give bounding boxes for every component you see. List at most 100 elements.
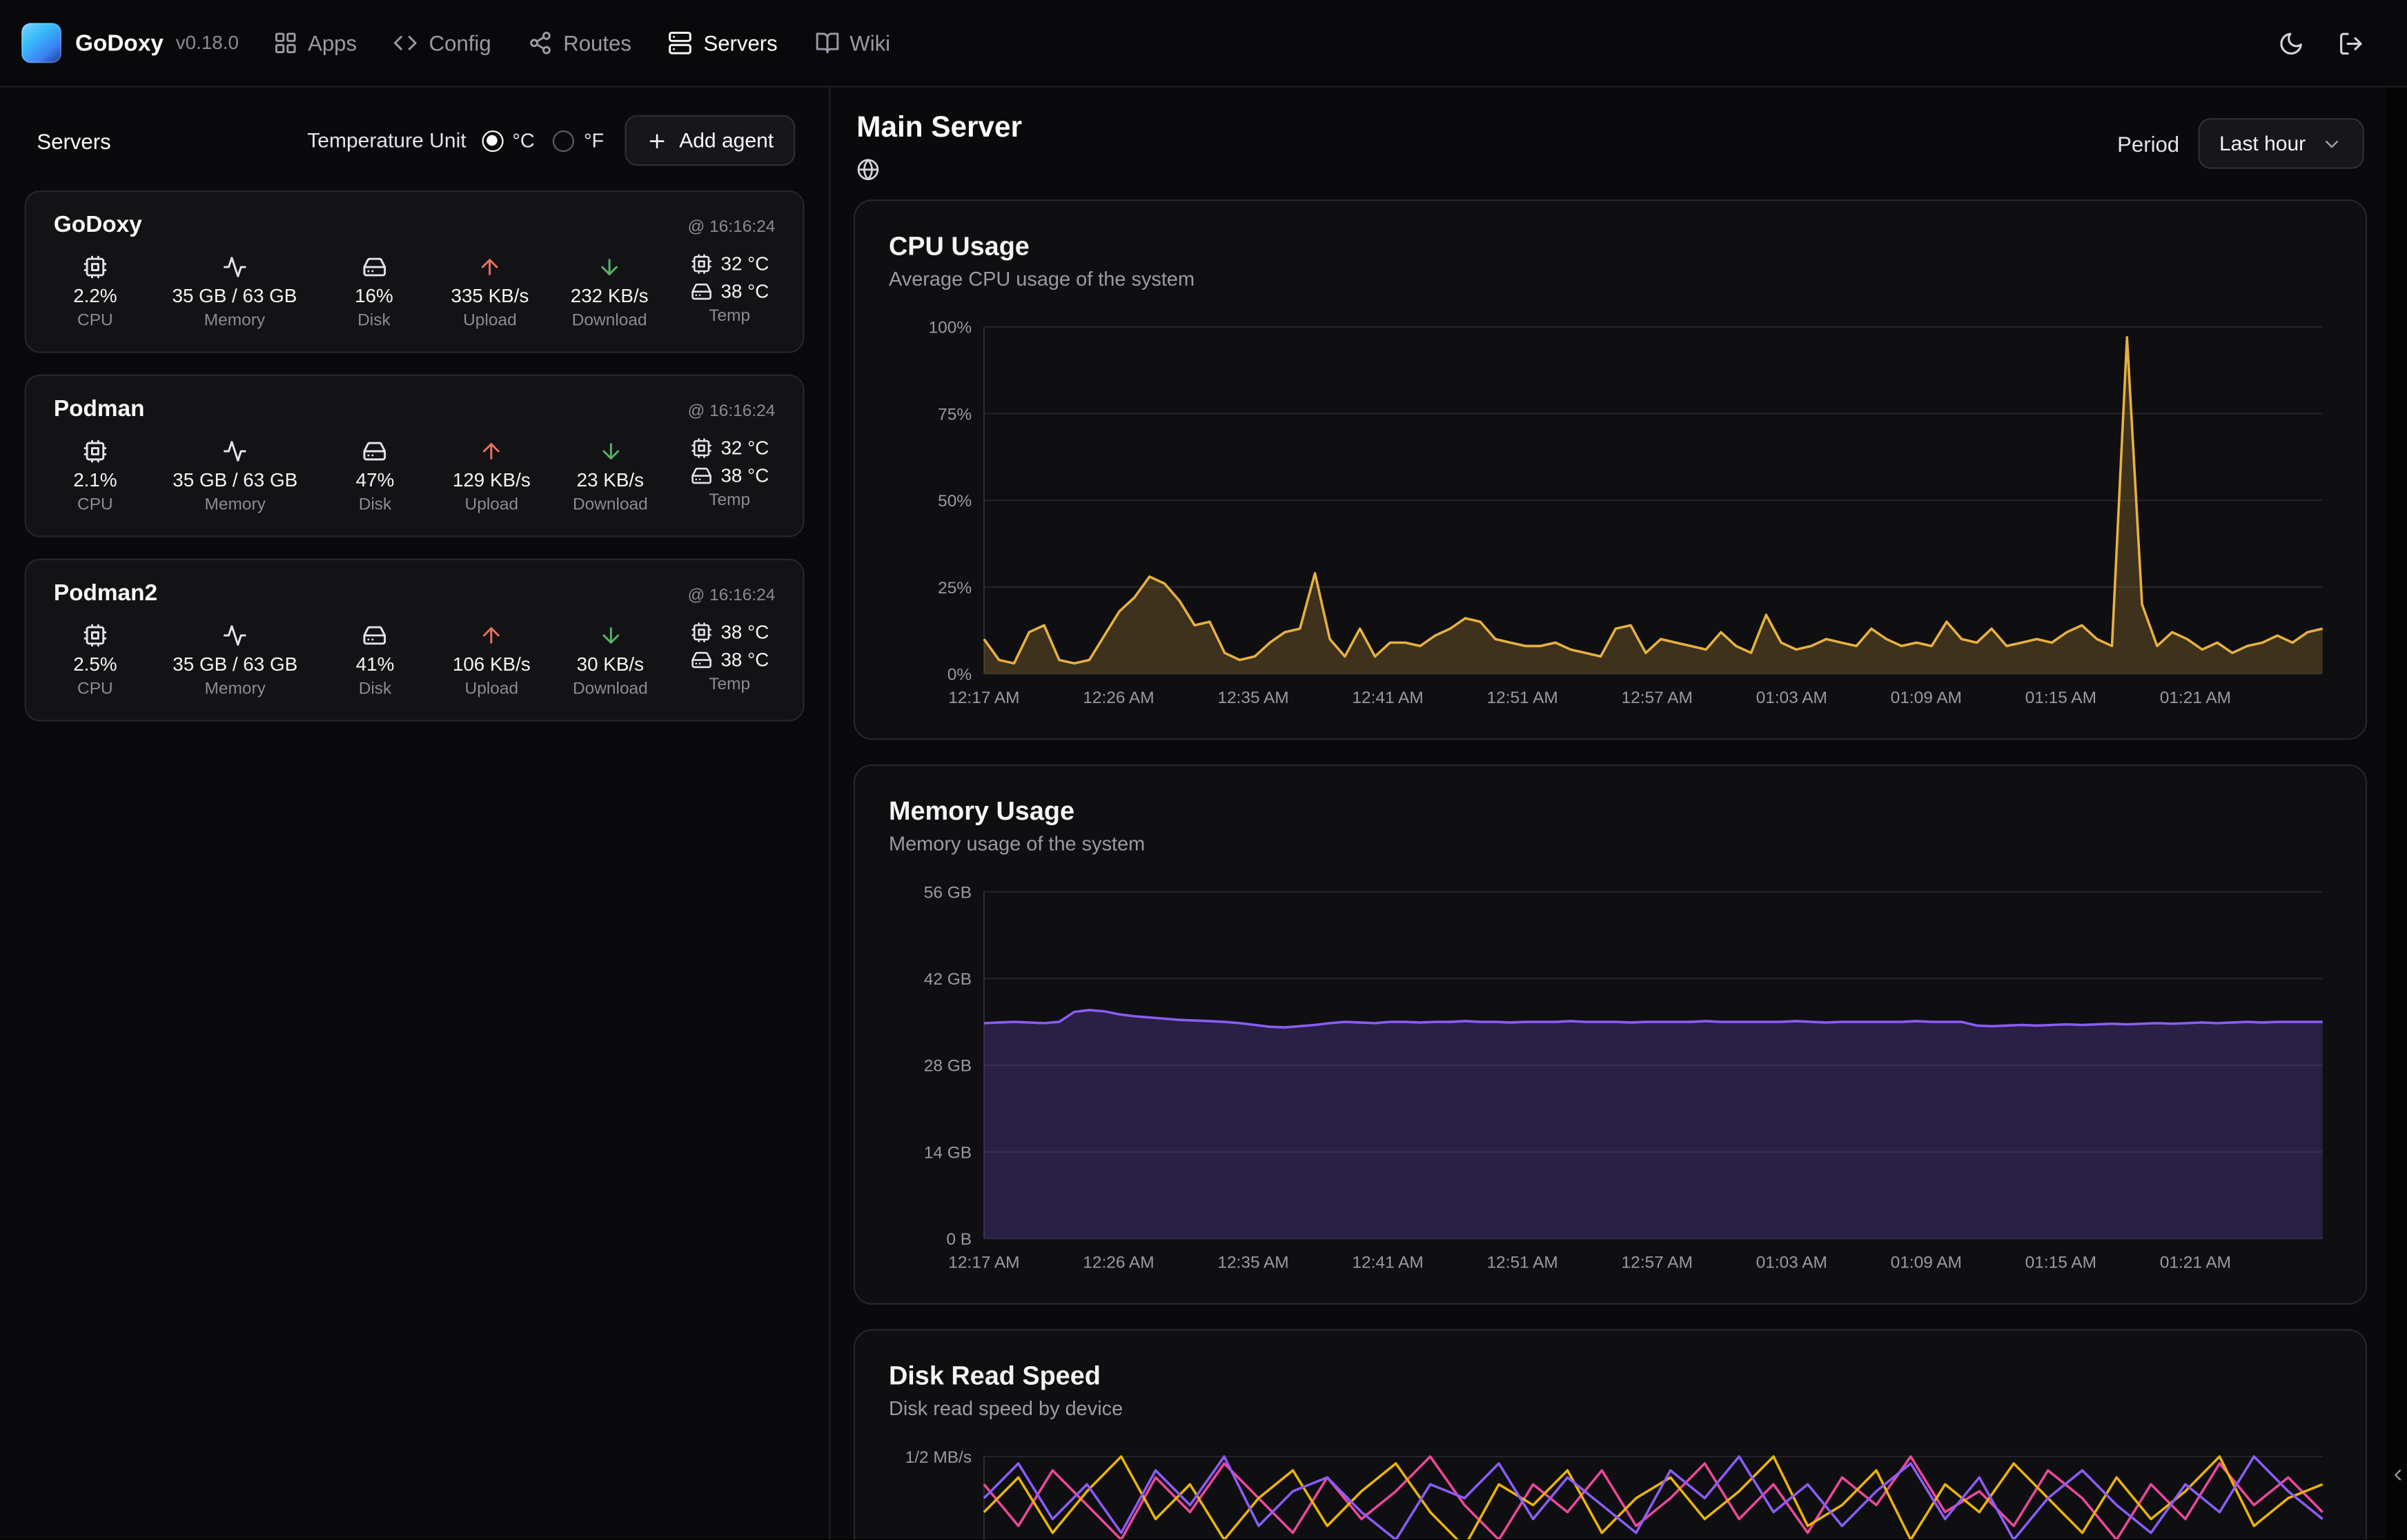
period-value: Last hour <box>2219 132 2306 155</box>
upload-label: Upload <box>465 496 519 515</box>
temp-label: Temp <box>709 675 750 694</box>
stat-upload: 106 KB/s Upload <box>453 622 531 698</box>
disk-read-speed-chart: 1/2 MB/s <box>889 1441 2332 1539</box>
upload-label: Upload <box>463 312 517 330</box>
code-icon <box>393 30 418 55</box>
radio-fahrenheit[interactable]: °F <box>553 129 604 152</box>
svg-text:0%: 0% <box>947 665 972 684</box>
cpu-temp-value: 32 °C <box>720 437 769 459</box>
server-name: Podman <box>54 396 145 422</box>
cpu-temp-icon <box>690 437 711 459</box>
stat-cpu: 2.5% CPU <box>60 622 130 698</box>
upload-value: 106 KB/s <box>453 654 531 675</box>
svg-text:100%: 100% <box>929 319 972 337</box>
svg-text:01:21 AM: 01:21 AM <box>2160 689 2231 707</box>
disk-value: 16% <box>355 286 393 307</box>
svg-text:56 GB: 56 GB <box>924 883 972 902</box>
svg-text:12:26 AM: 12:26 AM <box>1083 689 1154 707</box>
server-timestamp: @ 16:16:24 <box>687 218 775 237</box>
download-value: 30 KB/s <box>577 654 644 675</box>
stat-upload: 335 KB/s Upload <box>451 253 529 330</box>
server-card-godoxy[interactable]: GoDoxy @ 16:16:24 2.2% CPU 35 GB / 63 GB <box>25 190 805 353</box>
nav-item-routes[interactable]: Routes <box>528 30 631 55</box>
cpu-label: CPU <box>77 312 113 330</box>
nav-item-servers[interactable]: Servers <box>668 30 777 55</box>
temperature-unit-radios: °C °F <box>482 129 604 152</box>
cpu-icon <box>83 623 108 648</box>
cpu-value: 2.2% <box>73 286 117 307</box>
nav-label: Servers <box>703 30 777 55</box>
stat-temp: 32 °C 38 °C Temp <box>690 253 769 326</box>
upload-arrow-icon <box>479 623 504 648</box>
stat-download: 232 KB/s Download <box>571 253 649 330</box>
add-agent-button[interactable]: Add agent <box>625 115 795 166</box>
logout-button[interactable] <box>2338 30 2364 56</box>
disk-temp-icon <box>690 649 711 671</box>
nav-label: Wiki <box>849 30 890 55</box>
nav-item-apps[interactable]: Apps <box>273 30 357 55</box>
nav-label: Routes <box>563 30 631 55</box>
disk-value: 47% <box>356 470 395 491</box>
svg-text:12:26 AM: 12:26 AM <box>1083 1253 1154 1272</box>
grid-icon <box>273 30 297 55</box>
temperature-unit-label: Temperature Unit <box>307 129 466 152</box>
server-card-podman2[interactable]: Podman2 @ 16:16:24 2.5% CPU 35 GB / 63 G… <box>25 559 805 722</box>
stat-cpu: 2.1% CPU <box>60 437 130 514</box>
svg-text:0 B: 0 B <box>946 1230 972 1249</box>
svg-text:12:41 AM: 12:41 AM <box>1352 689 1423 707</box>
globe-icon <box>856 158 879 181</box>
stat-temp: 32 °C 38 °C Temp <box>690 437 769 510</box>
temp-label: Temp <box>709 307 750 326</box>
disk-temp-value: 38 °C <box>720 649 769 671</box>
app-root: GoDoxy v0.18.0 Apps Config Routes Server <box>0 0 2407 1539</box>
cpu-label: CPU <box>77 680 113 698</box>
svg-text:01:21 AM: 01:21 AM <box>2160 1253 2231 1272</box>
radio-celsius[interactable]: °C <box>482 129 535 152</box>
app-version: v0.18.0 <box>176 32 239 54</box>
server-card-podman[interactable]: Podman @ 16:16:24 2.1% CPU 35 GB / 63 GB <box>25 375 805 537</box>
stat-memory: 35 GB / 63 GB Memory <box>173 622 297 698</box>
hard-drive-icon <box>363 623 388 648</box>
server-timestamp: @ 16:16:24 <box>687 586 775 605</box>
svg-text:28 GB: 28 GB <box>924 1057 972 1076</box>
nav-item-wiki[interactable]: Wiki <box>814 30 890 55</box>
cpu-label: CPU <box>77 496 113 515</box>
memory-usage-card: Memory Usage Memory usage of the system … <box>854 764 2367 1305</box>
radio-celsius-control[interactable] <box>482 130 503 151</box>
godoxy-logo <box>21 23 61 63</box>
svg-text:12:17 AM: 12:17 AM <box>948 1253 1019 1272</box>
svg-text:01:15 AM: 01:15 AM <box>2025 689 2096 707</box>
cpu-temp-value: 38 °C <box>720 622 769 643</box>
server-name: Podman2 <box>54 580 157 606</box>
cpu-icon <box>83 255 108 279</box>
download-arrow-icon <box>598 623 623 648</box>
hard-drive-icon <box>362 255 386 279</box>
upload-label: Upload <box>465 680 519 698</box>
stat-download: 30 KB/s Download <box>573 622 648 698</box>
download-label: Download <box>573 680 648 698</box>
memory-chart-title: Memory Usage <box>889 797 2332 827</box>
theme-toggle-button[interactable] <box>2278 30 2304 56</box>
stat-upload: 129 KB/s Upload <box>453 437 531 514</box>
svg-text:01:03 AM: 01:03 AM <box>1756 1253 1827 1272</box>
cpu-icon <box>83 439 108 464</box>
disk-temp-icon <box>690 281 711 302</box>
panel-collapse-handle[interactable] <box>2387 88 2407 1539</box>
disk-temp-value: 38 °C <box>721 281 769 302</box>
period-select[interactable]: Last hour <box>2198 118 2364 168</box>
radio-fahrenheit-control[interactable] <box>553 130 574 151</box>
chevron-down-icon <box>2321 132 2342 154</box>
stat-temp: 38 °C 38 °C Temp <box>690 622 769 694</box>
nav-item-config[interactable]: Config <box>393 30 491 55</box>
radio-fahrenheit-label: °F <box>584 129 604 152</box>
wiki-icon <box>814 30 839 55</box>
memory-value: 35 GB / 63 GB <box>172 286 297 307</box>
stat-disk: 16% Disk <box>339 253 409 330</box>
cpu-temp-icon <box>690 622 711 643</box>
memory-value: 35 GB / 63 GB <box>173 470 297 491</box>
download-arrow-icon <box>597 255 622 279</box>
stat-memory: 35 GB / 63 GB Memory <box>172 253 297 330</box>
stat-cpu: 2.2% CPU <box>60 253 130 330</box>
hard-drive-icon <box>363 439 388 464</box>
logout-icon <box>2338 30 2364 56</box>
